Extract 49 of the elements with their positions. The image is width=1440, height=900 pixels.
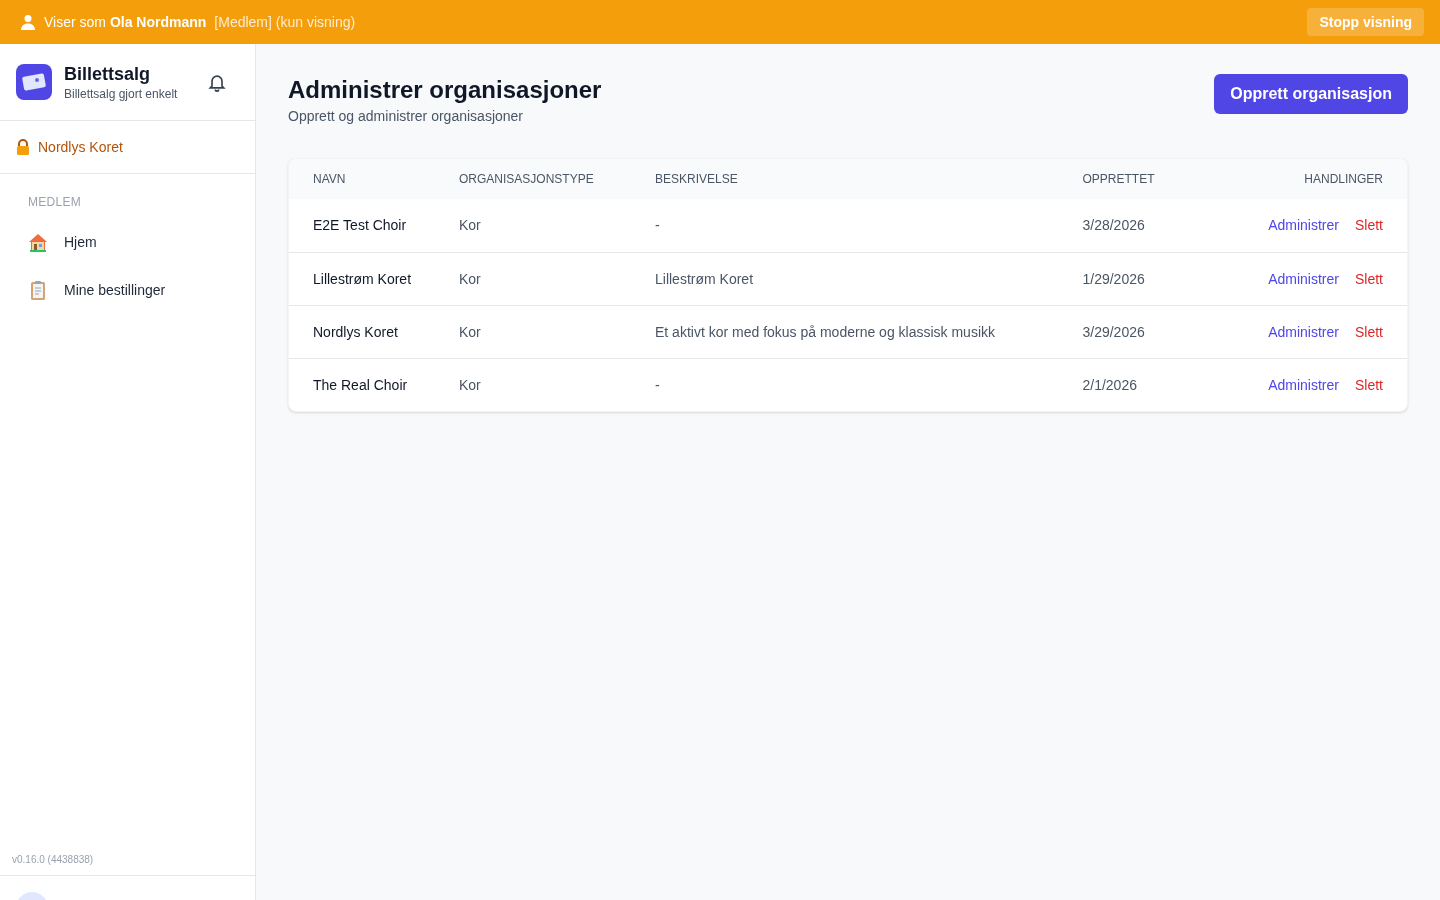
column-header: NAVN <box>289 159 459 199</box>
nav-label: Hjem <box>64 233 97 252</box>
column-header: HANDLINGER <box>1232 159 1407 199</box>
table-cell: Nordlys Koret <box>289 305 459 358</box>
column-header: ORGANISASJONSTYPE <box>459 159 655 199</box>
notification-bell-icon[interactable] <box>207 72 227 92</box>
organization-name[interactable]: Nordlys Koret <box>38 137 123 157</box>
app-name: Billettsalg <box>64 63 152 86</box>
page-subtitle: Opprett og administrer organisasjoner <box>288 107 524 126</box>
version-text: v0.16.0 (4438838) <box>11 853 95 867</box>
table-cell: 1/29/2026 <box>1082 252 1233 305</box>
lock-icon <box>16 139 30 155</box>
nav-item[interactable]: Mine bestillinger <box>16 266 239 314</box>
manage-link[interactable]: Administrer <box>1268 217 1339 234</box>
table-cell: - <box>655 199 1083 252</box>
ticket-logo-icon <box>16 64 52 100</box>
table-cell: 3/29/2026 <box>1082 305 1233 358</box>
table-cell: The Real Choir <box>289 358 459 411</box>
table-cell: E2E Test Choir <box>289 199 459 252</box>
delete-link[interactable]: Slett <box>1355 323 1383 340</box>
app-tagline: Billettsalg gjort enkelt <box>64 86 179 102</box>
page-title: Administrer organisasjoner <box>288 75 602 105</box>
delete-link[interactable]: Slett <box>1355 217 1383 234</box>
manage-link[interactable]: Administrer <box>1268 376 1339 393</box>
manage-link[interactable]: Administrer <box>1268 270 1339 287</box>
clipboard-icon <box>28 280 48 300</box>
table-cell: 3/28/2026 <box>1082 199 1233 252</box>
column-header: BESKRIVELSE <box>655 159 1083 199</box>
table-cell: 2/1/2026 <box>1082 358 1233 411</box>
section-heading: MEDLEM <box>27 194 83 211</box>
table-cell: Lillestrøm Koret <box>655 252 1083 305</box>
house-icon <box>28 232 48 252</box>
nav-label: Mine bestillinger <box>64 281 166 300</box>
table-cell: Kor <box>459 305 655 358</box>
viewing-as-text: Viser som Ola Nordmann <box>44 13 207 32</box>
delete-link[interactable]: Slett <box>1355 270 1383 287</box>
create-organization-button[interactable]: Opprett organisasjon <box>1214 74 1408 114</box>
delete-link[interactable]: Slett <box>1355 376 1383 393</box>
table-cell: - <box>655 358 1083 411</box>
nav-item[interactable]: Hjem <box>16 218 239 266</box>
user-icon <box>20 14 36 30</box>
table-cell: Kor <box>459 358 655 411</box>
role-text: [Medlem] (kun visning) <box>214 13 356 32</box>
table-cell: Kor <box>459 252 655 305</box>
manage-link[interactable]: Administrer <box>1268 323 1339 340</box>
table-cell: Lillestrøm Koret <box>289 252 459 305</box>
column-header: OPPRETTET <box>1082 159 1233 199</box>
table-cell: Kor <box>459 199 655 252</box>
table-cell: Et aktivt kor med fokus på moderne og klassisk musikk <box>655 305 1083 358</box>
